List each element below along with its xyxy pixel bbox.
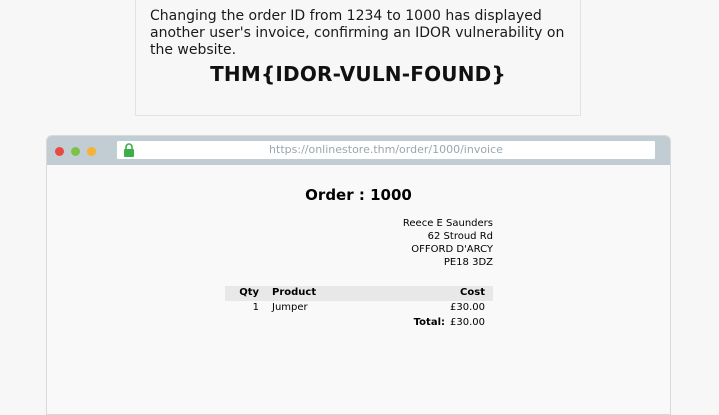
- address-line: PE18 3DZ: [443, 257, 493, 268]
- address-bar[interactable]: https://onlinestore.thm/order/1000/invoi…: [117, 141, 655, 159]
- browser-window: https://onlinestore.thm/order/1000/invoi…: [46, 135, 671, 415]
- column-header-qty: Qty: [239, 287, 259, 298]
- order-heading: Order : 1000: [305, 186, 412, 204]
- browser-titlebar: https://onlinestore.thm/order/1000/invoi…: [47, 136, 670, 165]
- address-line: 62 Stroud Rd: [427, 231, 493, 242]
- close-window-button[interactable]: [55, 147, 64, 156]
- total-value: £30.00: [450, 317, 485, 328]
- column-header-cost: Cost: [460, 287, 485, 298]
- explanation-text: Changing the order ID from 1234 to 1000 …: [150, 8, 565, 58]
- item-product: Jumper: [272, 302, 308, 313]
- total-row: Total: £30.00: [225, 316, 493, 331]
- column-header-product: Product: [272, 287, 317, 298]
- customer-address: Reece E Saunders 62 Stroud Rd OFFORD D'A…: [347, 217, 493, 269]
- table-header-row: Qty Product Cost: [225, 286, 493, 301]
- item-cost: £30.00: [450, 302, 485, 313]
- total-label: Total:: [413, 317, 445, 328]
- invoice-table: Qty Product Cost 1 Jumper £30.00 Total: …: [225, 286, 493, 331]
- invoice-page: Order : 1000 Reece E Saunders 62 Stroud …: [47, 165, 670, 414]
- explanation-panel: Changing the order ID from 1234 to 1000 …: [135, 0, 581, 116]
- table-row: 1 Jumper £30.00: [225, 301, 493, 316]
- minimize-window-button[interactable]: [71, 147, 80, 156]
- item-qty: 1: [252, 302, 259, 313]
- flag-text: THM{IDOR-VULN-FOUND}: [210, 62, 506, 86]
- address-line: OFFORD D'ARCY: [411, 244, 493, 255]
- maximize-window-button[interactable]: [87, 147, 96, 156]
- address-line: Reece E Saunders: [402, 218, 493, 229]
- url-text: https://onlinestore.thm/order/1000/invoi…: [269, 143, 503, 156]
